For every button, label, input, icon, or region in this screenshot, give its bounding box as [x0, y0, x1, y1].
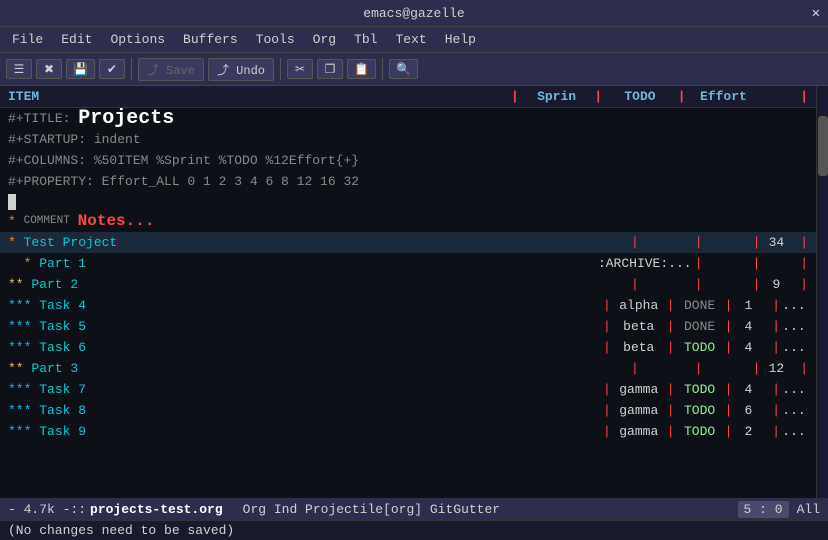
menu-help[interactable]: Help [437, 30, 484, 49]
pipe-3: | [670, 89, 693, 104]
pipe-2: | [587, 89, 610, 104]
line-empty-3 [0, 484, 816, 498]
mini-buffer-text: (No changes need to be saved) [8, 523, 234, 538]
toolbar-cut-button[interactable]: ✂ [287, 59, 313, 79]
cursor-line [0, 192, 816, 211]
title-bar: emacs@gazelle ✕ [0, 0, 828, 26]
menu-tools[interactable]: Tools [248, 30, 303, 49]
line-task8: *** Task 8 | gamma | TODO | 6 | ... [0, 400, 816, 421]
menu-options[interactable]: Options [102, 30, 173, 49]
line-test-project: * Test Project | | | 34 | [0, 232, 816, 253]
toolbar-new-button[interactable]: ☰ [6, 59, 32, 79]
code-lines: #+TITLE: Projects #+STARTUP: indent #+CO… [0, 108, 816, 498]
toolbar-search-button[interactable]: 🔍 [389, 59, 418, 79]
col-item-header: ITEM [8, 89, 503, 104]
menu-org[interactable]: Org [305, 30, 344, 49]
status-position: 5 : 0 [738, 501, 789, 518]
status-info: - 4.7k -:: [8, 502, 86, 517]
line-part2: ** Part 2 | | | 9 | [0, 274, 816, 295]
toolbar-undo-button[interactable]: ⤴ Undo [208, 58, 274, 81]
line-columns: #+COLUMNS: %50ITEM %Sprint %TODO %12Effo… [0, 150, 816, 171]
toolbar-cancel-button[interactable]: ✔ [99, 59, 125, 79]
line-task5: *** Task 5 | beta | DONE | 4 | ... [0, 316, 816, 337]
menu-bar: File Edit Options Buffers Tools Org Tbl … [0, 26, 828, 52]
menu-file[interactable]: File [4, 30, 51, 49]
scrollbar[interactable] [816, 86, 828, 498]
toolbar-paste-button[interactable]: 📋 [347, 59, 376, 79]
status-right: 5 : 0 All [738, 501, 820, 518]
col-sprint-header: Sprin [527, 89, 587, 104]
toolbar-save-button[interactable]: ⤴ Save [138, 58, 204, 81]
line-title: #+TITLE: Projects [0, 108, 816, 129]
pipe-4: | [753, 89, 808, 104]
toolbar-separator-1 [131, 58, 132, 80]
scrollbar-thumb[interactable] [818, 116, 828, 176]
line-task6: *** Task 6 | beta | TODO | 4 | ... [0, 337, 816, 358]
close-button[interactable]: ✕ [812, 5, 820, 22]
mini-buffer: (No changes need to be saved) [0, 520, 828, 540]
line-empty-2 [0, 463, 816, 484]
col-todo-header: TODO [610, 89, 670, 104]
menu-edit[interactable]: Edit [53, 30, 100, 49]
menu-text[interactable]: Text [387, 30, 434, 49]
toolbar-close-button[interactable]: ✖ [36, 59, 62, 79]
menu-buffers[interactable]: Buffers [175, 30, 246, 49]
toolbar-copy-button[interactable]: ❐ [317, 59, 343, 79]
toolbar: ☰ ✖ 💾 ✔ ⤴ Save ⤴ Undo ✂ ❐ 📋 🔍 [0, 52, 828, 86]
toolbar-save-icon-button[interactable]: 💾 [66, 59, 95, 79]
line-comment-heading: * COMMENT Notes... [0, 211, 816, 232]
window-title: emacs@gazelle [363, 6, 464, 21]
status-bar: - 4.7k -:: projects-test.org Org Ind Pro… [0, 498, 828, 520]
status-filename: projects-test.org [90, 502, 223, 517]
line-empty-1 [0, 442, 816, 463]
status-col: 0 [775, 502, 783, 517]
line-task9: *** Task 9 | gamma | TODO | 2 | ... [0, 421, 816, 442]
status-modes: Org Ind Projectile[org] GitGutter [243, 502, 500, 517]
cursor [8, 194, 16, 210]
line-part3: ** Part 3 | | | 12 | [0, 358, 816, 379]
toolbar-separator-3 [382, 58, 383, 80]
line-startup: #+STARTUP: indent [0, 129, 816, 150]
menu-tbl[interactable]: Tbl [346, 30, 385, 49]
column-header: ITEM | Sprin | TODO | Effort | [0, 86, 816, 108]
pipe-1: | [503, 89, 526, 104]
editor-container: ITEM | Sprin | TODO | Effort | #+TITLE: … [0, 86, 828, 498]
editor-main: ITEM | Sprin | TODO | Effort | #+TITLE: … [0, 86, 816, 498]
line-task4: *** Task 4 | alpha | DONE | 1 | ... [0, 295, 816, 316]
col-effort-header: Effort [693, 89, 753, 104]
editor-content: #+TITLE: Projects #+STARTUP: indent #+CO… [0, 108, 816, 498]
line-property: #+PROPERTY: Effort_ALL 0 1 2 3 4 6 8 12 … [0, 171, 816, 192]
status-all: All [797, 502, 820, 517]
line-task7: *** Task 7 | gamma | TODO | 4 | ... [0, 379, 816, 400]
status-line: 5 [744, 502, 752, 517]
line-part1: * Part 1 :ARCHIVE:... | | | [0, 253, 816, 274]
status-left: - 4.7k -:: projects-test.org Org Ind Pro… [8, 502, 738, 517]
toolbar-separator-2 [280, 58, 281, 80]
